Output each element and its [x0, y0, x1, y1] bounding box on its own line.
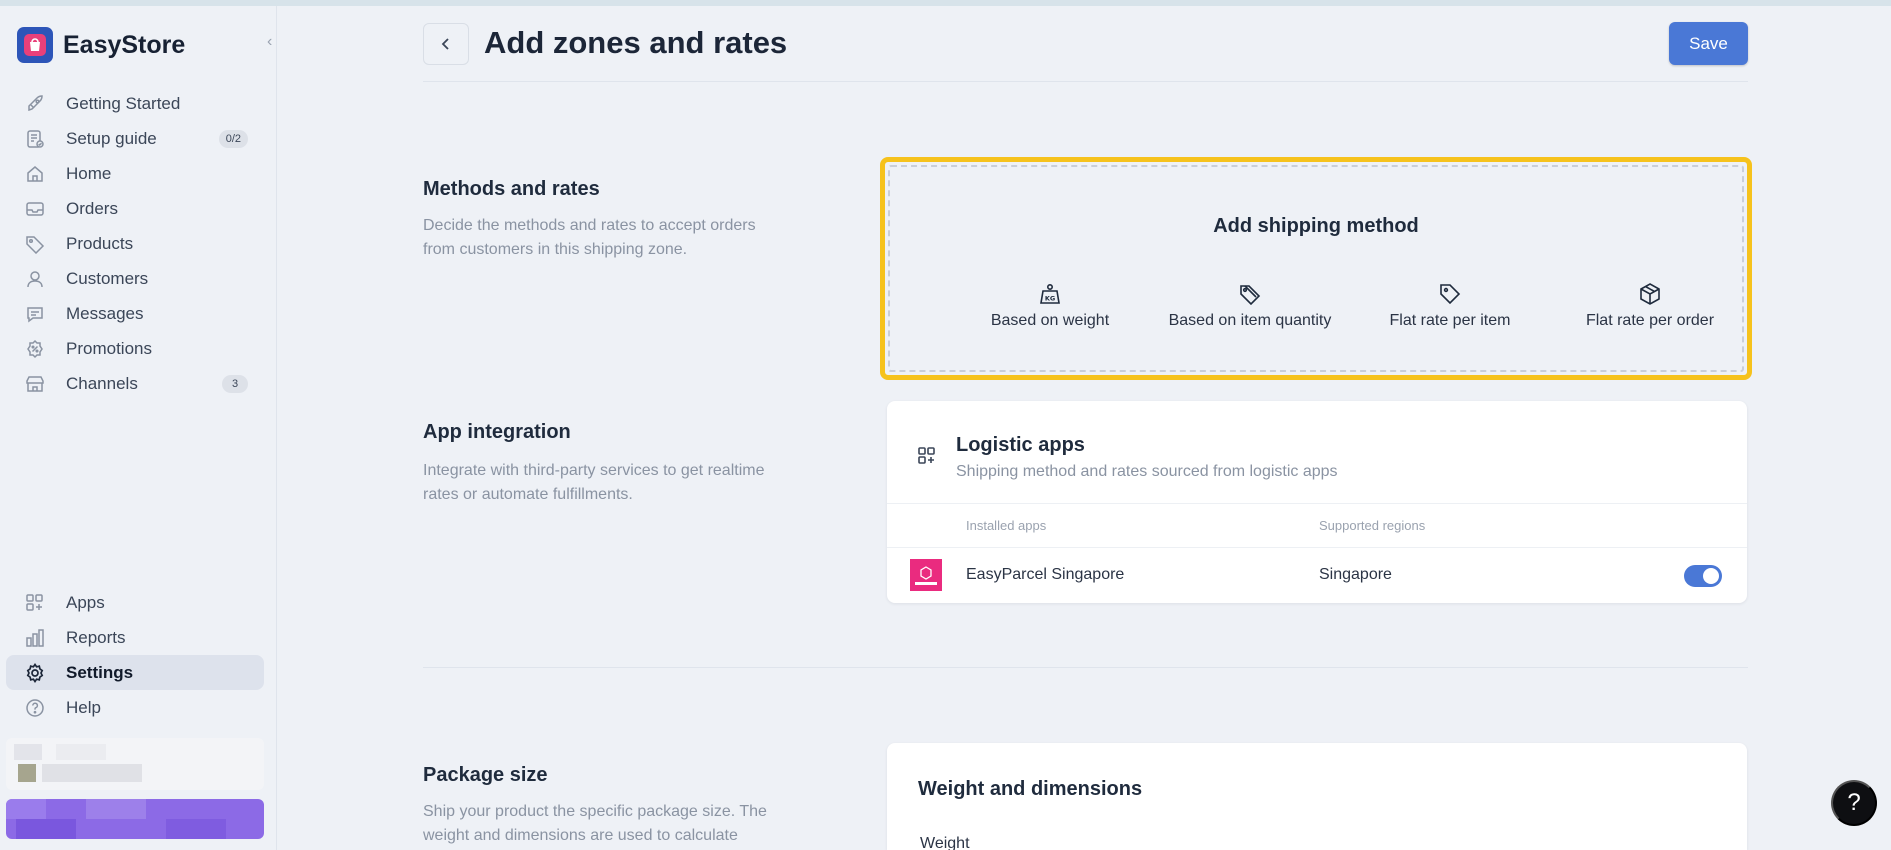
chevron-left-icon	[441, 38, 449, 50]
logistic-apps-card: Logistic apps Shipping method and rates …	[887, 401, 1747, 603]
option-based-on-weight[interactable]: KG Based on weight	[960, 280, 1140, 330]
page-title: Add zones and rates	[484, 25, 788, 60]
checklist-icon	[24, 128, 46, 150]
bar-chart-icon	[24, 627, 46, 649]
option-label: Based on weight	[990, 312, 1110, 329]
sidebar-item-getting-started[interactable]: Getting Started	[6, 86, 264, 121]
column-header-supported-regions: Supported regions	[1319, 518, 1426, 533]
sidebar-item-label: Orders	[66, 198, 118, 218]
save-button[interactable]: Save	[1669, 22, 1748, 65]
easyparcel-enable-toggle[interactable]	[1684, 565, 1722, 587]
sidebar: EasyStore ‹ Getting Started Setup guide …	[0, 6, 277, 850]
column-header-installed-apps: Installed apps	[966, 518, 1047, 533]
account-menu-blurred[interactable]	[6, 799, 264, 839]
tag-icon	[24, 233, 46, 255]
option-label: Based on item quantity	[1168, 312, 1332, 329]
logistic-apps-subtitle: Shipping method and rates sourced from l…	[956, 463, 1338, 480]
app-integration-title: App integration	[423, 421, 571, 443]
svg-text:KG: KG	[1045, 295, 1055, 303]
package-box-icon	[1560, 280, 1740, 306]
sidebar-item-label: Settings	[66, 662, 134, 682]
sidebar-bottom-nav: Apps Reports Settings Help	[6, 585, 264, 725]
store-switcher-blurred[interactable]	[6, 738, 264, 790]
add-shipping-method-box: Add shipping method KG Based on weight B…	[888, 165, 1744, 372]
methods-section-description: Decide the methods and rates to accept o…	[423, 217, 756, 258]
easystore-logo-icon	[17, 27, 53, 63]
brand[interactable]: EasyStore	[17, 27, 185, 63]
toggle-knob	[1703, 568, 1719, 584]
sidebar-item-label: Products	[66, 233, 134, 253]
sidebar-item-label: Messages	[66, 303, 144, 323]
add-shipping-method-title: Add shipping method	[1213, 215, 1419, 237]
sidebar-item-label: Setup guide	[66, 128, 157, 148]
store-icon	[24, 373, 46, 395]
sidebar-item-label: Apps	[66, 592, 105, 612]
tags-icon	[1160, 280, 1340, 306]
apps-icon	[24, 592, 46, 614]
option-flat-rate-per-order[interactable]: Flat rate per order	[1560, 280, 1740, 330]
gear-icon	[24, 662, 46, 684]
price-tag-icon	[1360, 280, 1540, 306]
question-circle-icon	[24, 697, 46, 719]
back-button[interactable]	[423, 23, 469, 65]
brand-name: EasyStore	[63, 30, 186, 59]
sidebar-item-label: Home	[66, 163, 112, 183]
easyparcel-logo-icon	[910, 559, 942, 591]
option-label: Flat rate per order	[1585, 312, 1715, 329]
option-label: Flat rate per item	[1389, 312, 1511, 329]
sidebar-item-setup-guide[interactable]: Setup guide 0/2	[6, 121, 264, 156]
table-cell-region: Singapore	[1319, 566, 1392, 583]
browser-top-strip	[0, 0, 1891, 6]
sidebar-item-messages[interactable]: Messages	[6, 296, 264, 331]
weight-dimensions-card: Weight and dimensions Weight	[887, 743, 1747, 850]
sidebar-item-label: Reports	[66, 627, 126, 647]
inbox-icon	[24, 198, 46, 220]
option-based-on-item-quantity[interactable]: Based on item quantity	[1160, 280, 1340, 330]
methods-section-title: Methods and rates	[423, 178, 600, 200]
collapse-sidebar-chevron-icon[interactable]: ‹	[267, 33, 272, 51]
sidebar-item-label: Customers	[66, 268, 149, 288]
setup-progress-badge: 0/2	[218, 130, 248, 148]
sidebar-item-promotions[interactable]: Promotions	[6, 331, 264, 366]
sidebar-item-products[interactable]: Products	[6, 226, 264, 261]
logistic-apps-title: Logistic apps	[956, 434, 1085, 456]
sidebar-item-help[interactable]: Help	[6, 690, 264, 725]
weight-field-label: Weight	[920, 835, 970, 850]
sidebar-item-label: Channels	[66, 373, 138, 393]
channels-count-badge: 3	[222, 375, 248, 393]
sidebar-item-apps[interactable]: Apps	[6, 585, 264, 620]
add-shipping-method-highlight: Add shipping method KG Based on weight B…	[880, 157, 1752, 380]
sidebar-nav: Getting Started Setup guide 0/2 Home Ord…	[6, 86, 264, 401]
table-header-divider	[887, 547, 1747, 548]
card-divider	[887, 503, 1747, 504]
sidebar-item-customers[interactable]: Customers	[6, 261, 264, 296]
rocket-icon	[24, 93, 46, 115]
sidebar-item-settings[interactable]: Settings	[6, 655, 264, 690]
sidebar-item-label: Help	[66, 697, 101, 717]
help-chat-button[interactable]: ?	[1831, 780, 1877, 826]
table-cell-app-name: EasyParcel Singapore	[966, 566, 1125, 583]
sidebar-item-channels[interactable]: Channels 3	[6, 366, 264, 401]
sidebar-item-orders[interactable]: Orders	[6, 191, 264, 226]
sidebar-item-label: Promotions	[66, 338, 152, 358]
chat-icon	[24, 303, 46, 325]
user-icon	[24, 268, 46, 290]
sidebar-item-label: Getting Started	[66, 93, 181, 113]
apps-add-icon	[917, 446, 937, 471]
discount-icon	[24, 338, 46, 360]
package-size-title: Package size	[423, 764, 548, 786]
package-size-description: Ship your product the specific package s…	[423, 803, 767, 844]
weight-dimensions-title: Weight and dimensions	[918, 778, 1143, 800]
header-divider	[423, 81, 1748, 82]
sidebar-item-home[interactable]: Home	[6, 156, 264, 191]
section-divider	[423, 667, 1748, 668]
home-icon	[24, 163, 46, 185]
weight-kg-icon: KG	[960, 280, 1140, 306]
sidebar-item-reports[interactable]: Reports	[6, 620, 264, 655]
option-flat-rate-per-item[interactable]: Flat rate per item	[1360, 280, 1540, 330]
app-integration-description: Integrate with third-party services to g…	[423, 462, 765, 503]
